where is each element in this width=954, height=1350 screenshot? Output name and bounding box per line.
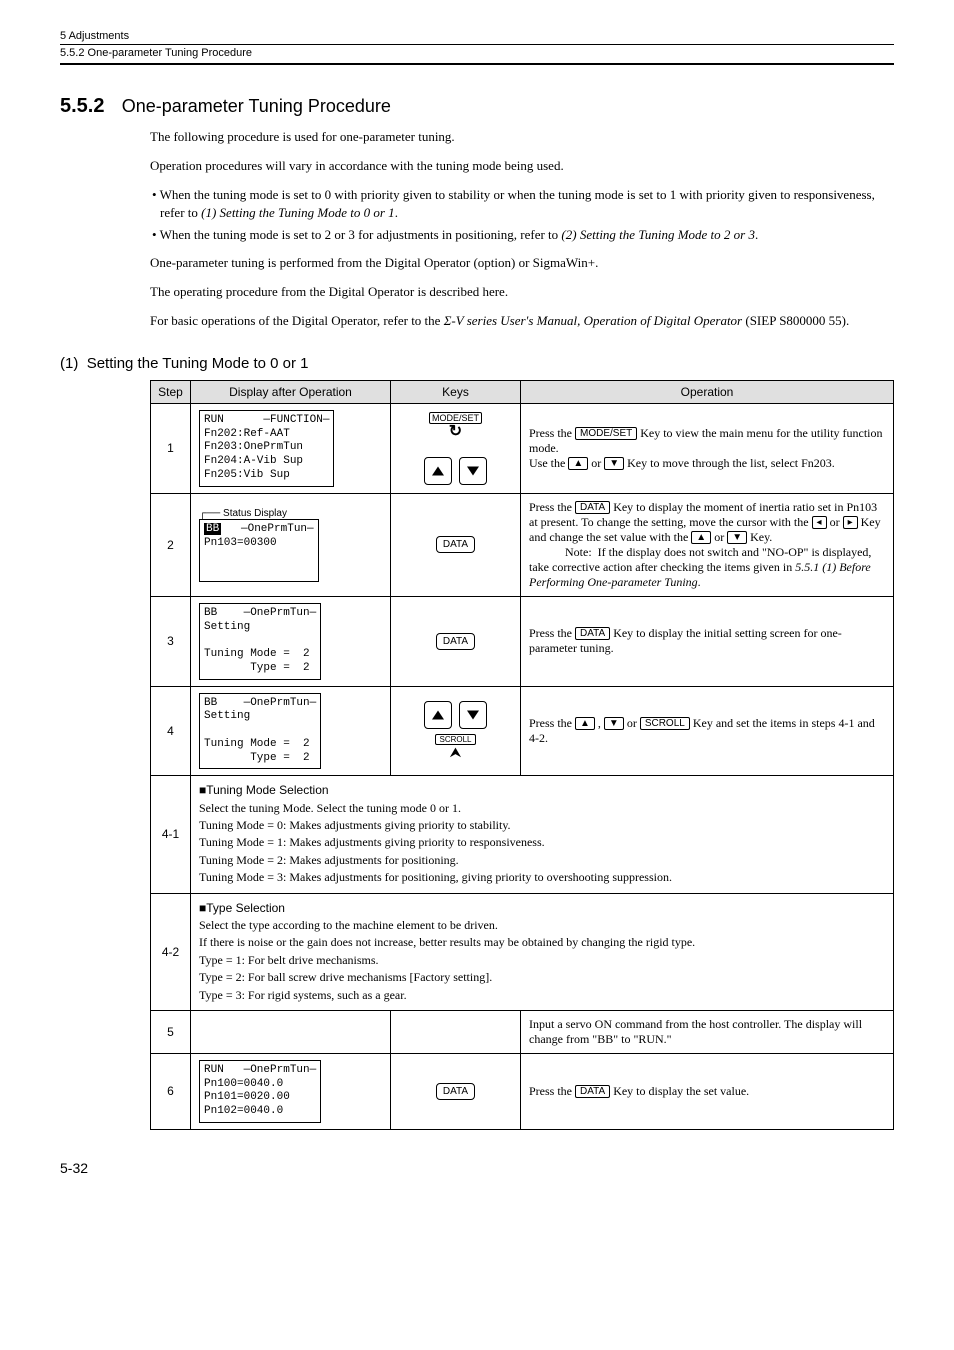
- modeset-key-icon: MODE/SET ↻: [429, 410, 482, 440]
- display-cell: BB —OnePrmTun— Setting Tuning Mode = 2 T…: [191, 596, 391, 686]
- table-row: 4-2 ■Type Selection Select the type acco…: [151, 893, 894, 1010]
- intro-p4: The operating procedure from the Digital…: [150, 283, 894, 302]
- table-row: 4-1 ■Tuning Mode Selection Select the tu…: [151, 776, 894, 893]
- table-row: 3 BB —OnePrmTun— Setting Tuning Mode = 2…: [151, 596, 894, 686]
- bullet-2: • When the tuning mode is set to 2 or 3 …: [152, 226, 894, 244]
- section-number: 5.5.2: [60, 95, 104, 118]
- keys-cell: DATA: [391, 493, 521, 596]
- up-key-icon: [424, 701, 452, 729]
- table-row: 4 BB —OnePrmTun— Setting Tuning Mode = 2…: [151, 686, 894, 776]
- step-num: 4-2: [151, 893, 191, 1010]
- up-inline-icon: ▲: [691, 531, 711, 544]
- procedure-table: Step Display after Operation Keys Operat…: [150, 380, 894, 1130]
- down-inline-icon: ▼: [604, 457, 624, 470]
- right-inline-icon: ▸: [843, 516, 858, 529]
- down-key-icon: [459, 701, 487, 729]
- data-key-icon: DATA: [436, 536, 475, 553]
- step-num: 1: [151, 403, 191, 493]
- data-inline-icon: DATA: [575, 501, 610, 514]
- operation-cell: Press the DATA Key to display the set va…: [521, 1053, 894, 1129]
- display-cell: BB —OnePrmTun— Setting Tuning Mode = 2 T…: [191, 686, 391, 776]
- step-num: 3: [151, 596, 191, 686]
- bullet-1: • When the tuning mode is set to 0 with …: [152, 186, 894, 222]
- data-inline-icon: DATA: [575, 627, 610, 640]
- type-selection: ■Type Selection Select the type accordin…: [191, 893, 894, 1010]
- chapter-header: 5 Adjustments: [60, 30, 894, 45]
- intro-p1: The following procedure is used for one-…: [150, 128, 894, 147]
- display-cell: ┌── Status Display BB —OnePrmTun— Pn103=…: [191, 493, 391, 596]
- lcd-display: RUN —OnePrmTun— Pn100=0040.0 Pn101=0020.…: [204, 1064, 316, 1119]
- section-heading: One-parameter Tuning Procedure: [122, 96, 391, 117]
- scroll-arrow-icon: ⮝: [450, 746, 462, 761]
- operation-cell: Press the ▲ , ▼ or SCROLL Key and set th…: [521, 686, 894, 776]
- display-cell: RUN —OnePrmTun— Pn100=0040.0 Pn101=0020.…: [191, 1053, 391, 1129]
- th-display: Display after Operation: [191, 380, 391, 403]
- keys-cell: DATA: [391, 1053, 521, 1129]
- data-inline-icon: DATA: [575, 1085, 610, 1098]
- down-key-icon: [459, 457, 487, 485]
- tuning-mode-selection: ■Tuning Mode Selection Select the tuning…: [191, 776, 894, 893]
- step-num: 4-1: [151, 776, 191, 893]
- table-row: 1 RUN —FUNCTION— Fn202:Ref-AAT Fn203:One…: [151, 403, 894, 493]
- operation-cell: Press the DATA Key to display the moment…: [521, 493, 894, 596]
- step-num: 4: [151, 686, 191, 776]
- th-step: Step: [151, 380, 191, 403]
- step-num: 5: [151, 1010, 191, 1053]
- display-cell: [191, 1010, 391, 1053]
- down-inline-icon: ▼: [727, 531, 747, 544]
- lcd-display: BB —OnePrmTun— Setting Tuning Mode = 2 T…: [204, 607, 316, 676]
- page-number: 5-32: [60, 1160, 894, 1176]
- intro-p2: Operation procedures will vary in accord…: [150, 157, 894, 176]
- up-inline-icon: ▲: [568, 457, 588, 470]
- intro-p5: For basic operations of the Digital Oper…: [150, 312, 894, 331]
- lcd-display: BB —OnePrmTun— Setting Tuning Mode = 2 T…: [204, 697, 316, 766]
- left-inline-icon: ◂: [812, 516, 827, 529]
- operation-cell: Press the MODE/SET Key to view the main …: [521, 403, 894, 493]
- step-num: 6: [151, 1053, 191, 1129]
- data-key-icon: DATA: [436, 633, 475, 650]
- step-num: 2: [151, 493, 191, 596]
- lcd-display: RUN —FUNCTION— Fn202:Ref-AAT Fn203:OnePr…: [204, 414, 329, 483]
- operation-cell: Input a servo ON command from the host c…: [521, 1010, 894, 1053]
- keys-cell: SCROLL ⮝: [391, 686, 521, 776]
- scroll-inline-icon: SCROLL: [640, 717, 690, 730]
- keys-cell: [391, 1010, 521, 1053]
- operation-cell: Press the DATA Key to display the initia…: [521, 596, 894, 686]
- intro-p3: One-parameter tuning is performed from t…: [150, 254, 894, 273]
- down-inline-icon: ▼: [604, 717, 624, 730]
- up-key-icon: [424, 457, 452, 485]
- data-key-icon: DATA: [436, 1083, 475, 1100]
- note: Note: If the display does not switch and…: [529, 545, 871, 589]
- section-header: 5.5.2 One-parameter Tuning Procedure: [60, 47, 894, 65]
- section-title: 5.5.2 One-parameter Tuning Procedure: [60, 95, 894, 118]
- subsection-heading: (1) Setting the Tuning Mode to 0 or 1: [60, 355, 894, 372]
- table-row: 2 ┌── Status Display BB —OnePrmTun— Pn10…: [151, 493, 894, 596]
- keys-cell: MODE/SET ↻: [391, 403, 521, 493]
- table-row: 5 Input a servo ON command from the host…: [151, 1010, 894, 1053]
- keys-cell: DATA: [391, 596, 521, 686]
- th-operation: Operation: [521, 380, 894, 403]
- scroll-key-icon: SCROLL: [435, 734, 475, 745]
- modeset-inline-icon: MODE/SET: [575, 427, 637, 440]
- display-cell: RUN —FUNCTION— Fn202:Ref-AAT Fn203:OnePr…: [191, 403, 391, 493]
- lcd-display: BB —OnePrmTun— Pn103=00300: [204, 523, 314, 578]
- up-inline-icon: ▲: [575, 717, 595, 730]
- status-display-label: ┌── Status Display: [199, 508, 382, 519]
- th-keys: Keys: [391, 380, 521, 403]
- table-row: 6 RUN —OnePrmTun— Pn100=0040.0 Pn101=002…: [151, 1053, 894, 1129]
